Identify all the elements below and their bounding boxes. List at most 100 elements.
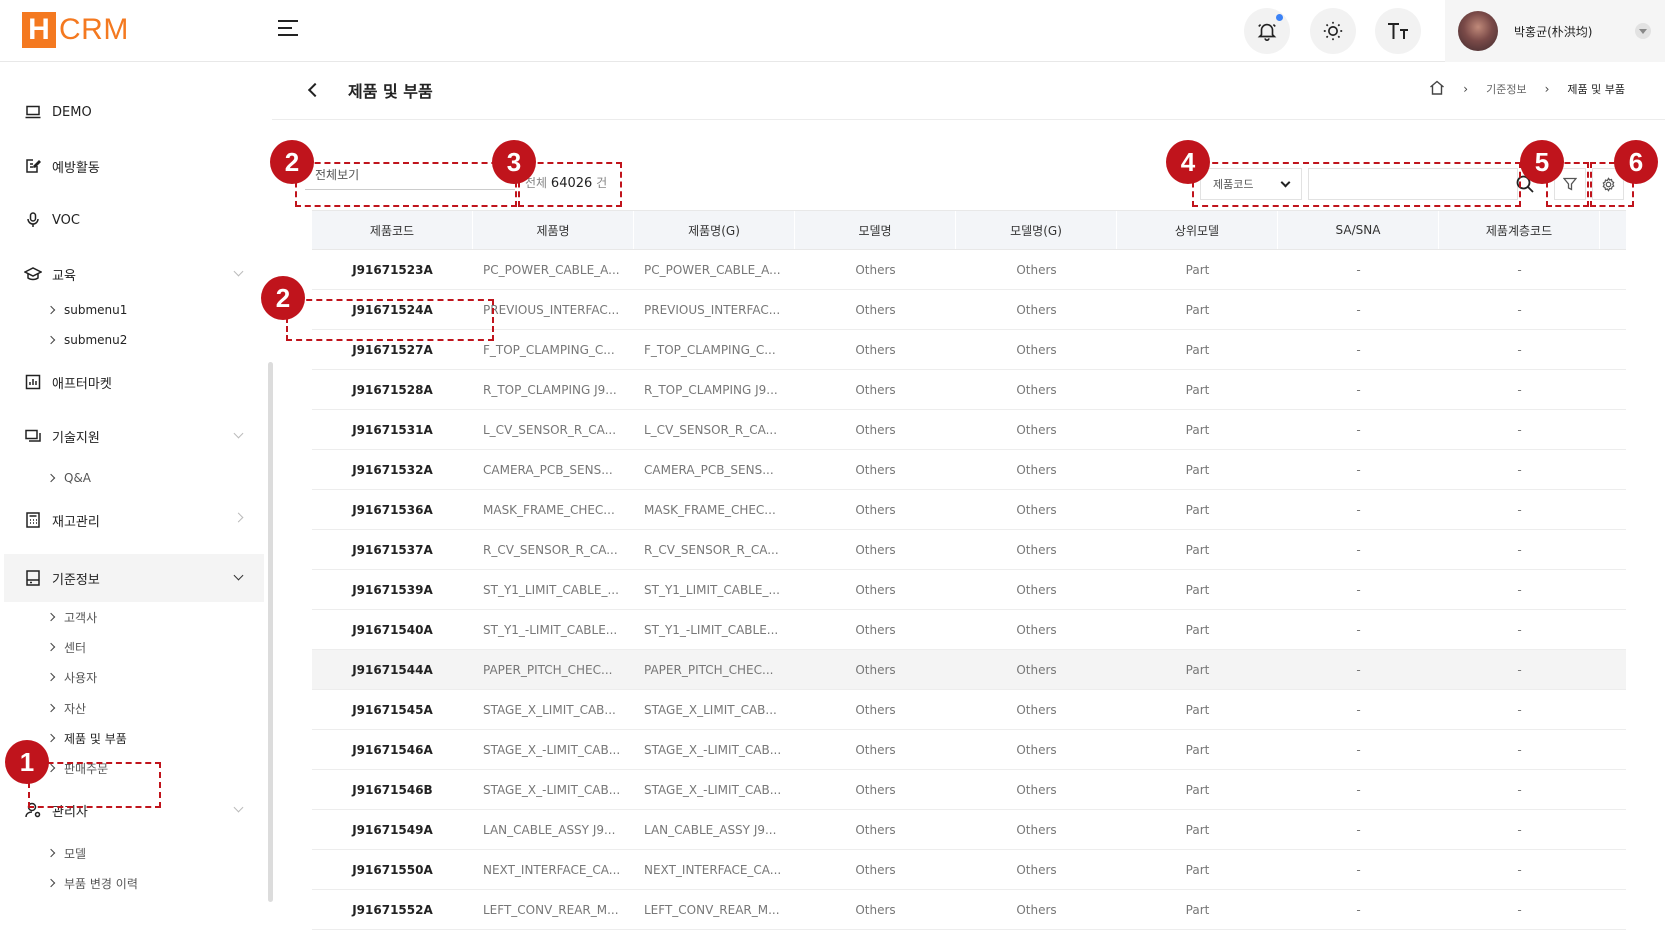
text-size-icon — [1388, 23, 1408, 39]
sidebar-subitem-asset[interactable]: 자산 — [48, 697, 86, 719]
notification-button[interactable] — [1244, 8, 1290, 54]
table-cell: Part — [1185, 582, 1210, 597]
sidebar-item-base[interactable]: 기준정보 — [4, 554, 264, 602]
search-type-select[interactable]: 제품코드 — [1200, 168, 1302, 200]
table-row[interactable]: J91671523A PC_POWER_CABLE_A... PC_POWER_CA… — [312, 250, 1626, 290]
table-cell: Others — [855, 382, 896, 397]
sidebar-subitem-history[interactable]: 부품 변경 이력 — [48, 872, 138, 894]
search-input[interactable] — [1308, 168, 1518, 200]
sidebar-item-aftermarket[interactable]: 애프터마켓 — [4, 362, 264, 402]
microphone-icon — [24, 211, 42, 229]
column-header[interactable]: 모델명 — [795, 211, 956, 249]
table-cell: Others — [855, 542, 896, 557]
annotation-badge-3: 3 — [492, 140, 536, 184]
column-header[interactable]: 상위모델 — [1117, 211, 1278, 249]
table-row[interactable]: J91671527A F_TOP_CLAMPING_C... F_TOP_CLAMP… — [312, 330, 1626, 370]
table-cell: - — [1517, 902, 1522, 917]
sidebar-item-tech[interactable]: 기술지원 — [4, 416, 264, 456]
table-row[interactable]: J91671531A L_CV_SENSOR_R_CA... L_CV_SENSOR… — [312, 410, 1626, 450]
table-row[interactable]: J91671544A PAPER_PITCH_CHEC... PAPER_PITCH… — [312, 650, 1626, 690]
sidebar-subitem-qa[interactable]: Q&A — [48, 467, 91, 489]
table-cell: - — [1356, 822, 1361, 837]
table-cell: MASK_FRAME_CHEC... — [483, 502, 615, 517]
user-menu[interactable]: 박홍균(朴洪均) — [1445, 0, 1665, 62]
table-cell: R_TOP_CLAMPING J9... — [483, 382, 617, 397]
table-row[interactable]: J91671552A LEFT_CONV_REAR_M... LEFT_CONV_R… — [312, 890, 1626, 930]
breadcrumb-item[interactable]: 기준정보 — [1486, 81, 1526, 97]
table-cell: Part — [1185, 502, 1210, 517]
sidebar-scrollbar[interactable] — [268, 362, 273, 902]
table-cell: Others — [1016, 382, 1057, 397]
column-header[interactable]: 제품명 — [473, 211, 634, 249]
table-cell: Part — [1185, 782, 1210, 797]
table-cell: Others — [1016, 662, 1057, 677]
table-row[interactable]: J91671532A CAMERA_PCB_SENS... CAMERA_PCB_S… — [312, 450, 1626, 490]
gear-icon — [1602, 176, 1614, 192]
table-cell: Others — [1016, 422, 1057, 437]
view-select[interactable]: 전체보기 — [305, 160, 515, 190]
table-row[interactable]: J91671537A R_CV_SENSOR_R_CA... R_CV_SENSOR… — [312, 530, 1626, 570]
sidebar-subitem-center[interactable]: 센터 — [48, 636, 86, 658]
sidebar-item-label: DEMO — [52, 104, 92, 120]
back-icon[interactable] — [307, 82, 323, 98]
table-cell: Part — [1185, 302, 1210, 317]
table-row[interactable]: J91671524A PREVIOUS_INTERFAC... PREVIOUS_I… — [312, 290, 1626, 330]
table-cell: Others — [1016, 502, 1057, 517]
table-cell: Others — [855, 502, 896, 517]
table-row[interactable]: J91671528A R_TOP_CLAMPING J9... R_TOP_CLAM… — [312, 370, 1626, 410]
table-cell: - — [1356, 382, 1361, 397]
table-cell: Part — [1185, 622, 1210, 637]
column-header[interactable]: 제품계층코드 — [1439, 211, 1600, 249]
table-row[interactable]: J91671539A ST_Y1_LIMIT_CABLE_... ST_Y1_LIM… — [312, 570, 1626, 610]
table-cell: CAMERA_PCB_SENS... — [483, 462, 613, 477]
sidebar-item-stock[interactable]: 재고관리 — [4, 500, 264, 540]
sidebar-item-prevent[interactable]: 예방활동 — [4, 146, 264, 186]
sidebar-subitem-submenu1[interactable]: submenu1 — [48, 299, 127, 321]
font-size-button[interactable] — [1375, 8, 1421, 54]
app-logo[interactable]: H CRM — [22, 12, 129, 48]
sidebar-item-label: VOC — [52, 212, 80, 228]
table-cell: - — [1356, 782, 1361, 797]
column-header[interactable]: 모델명(G) — [956, 211, 1117, 249]
table-cell: ST_Y1_LIMIT_CABLE_... — [644, 582, 780, 597]
table-cell: - — [1517, 582, 1522, 597]
sidebar-subitem-product[interactable]: 제품 및 부품 — [48, 727, 127, 749]
sidebar-subitem-order[interactable]: 판매주문 — [48, 757, 108, 779]
menu-toggle-icon[interactable] — [278, 20, 298, 38]
chevron-down-icon[interactable] — [1635, 23, 1651, 39]
table-cell: Others — [855, 582, 896, 597]
table-cell: Part — [1185, 862, 1210, 877]
table-cell: Others — [1016, 862, 1057, 877]
table-row[interactable]: J91671540A ST_Y1_-LIMIT_CABLE... ST_Y1_-LI… — [312, 610, 1626, 650]
sidebar-item-label: 기준정보 — [52, 572, 100, 588]
chevron-down-icon — [233, 266, 244, 277]
column-header[interactable]: SA/SNA — [1278, 211, 1439, 249]
table-cell: - — [1356, 902, 1361, 917]
column-header[interactable]: 제품코드 — [312, 211, 473, 249]
sidebar-subitem-user[interactable]: 사용자 — [48, 666, 97, 688]
table-cell: PC_POWER_CABLE_A... — [483, 262, 620, 277]
table-row[interactable]: J91671549A LAN_CABLE_ASSY J9... LAN_CABLE_… — [312, 810, 1626, 850]
table-row[interactable]: J91671550A NEXT_INTERFACE_CA... NEXT_INTER… — [312, 850, 1626, 890]
home-icon[interactable] — [1429, 80, 1445, 98]
table-row[interactable]: J91671536A MASK_FRAME_CHEC... MASK_FRAME_C… — [312, 490, 1626, 530]
sidebar-item-demo[interactable]: DEMO — [4, 92, 264, 132]
table-row[interactable]: J91671546B STAGE_X_-LIMIT_CAB... STAGE_X_-… — [312, 770, 1626, 810]
table-cell: - — [1517, 862, 1522, 877]
column-header[interactable]: 제품명(G) — [634, 211, 795, 249]
sidebar-subitem-customer[interactable]: 고객사 — [48, 606, 97, 628]
table-cell: LEFT_CONV_REAR_M... — [483, 902, 619, 917]
theme-toggle-button[interactable] — [1310, 8, 1356, 54]
sidebar-subitem-submenu2[interactable]: submenu2 — [48, 329, 127, 351]
table-row[interactable]: J91671545A STAGE_X_LIMIT_CAB... STAGE_X_LI… — [312, 690, 1626, 730]
table-cell: LAN_CABLE_ASSY J9... — [483, 822, 616, 837]
table-cell: R_TOP_CLAMPING J9... — [644, 382, 778, 397]
sidebar-subitem-model[interactable]: 모델 — [48, 842, 86, 864]
sidebar-item-edu[interactable]: 교육 — [4, 254, 264, 294]
table-cell: J91671549A — [352, 822, 433, 837]
sidebar-item-voc[interactable]: VOC — [4, 200, 264, 240]
sidebar-item-admin[interactable]: 관리자 — [4, 790, 264, 830]
table-body: J91671523A PC_POWER_CABLE_A... PC_POWER_CA… — [312, 250, 1626, 930]
table-cell: - — [1517, 542, 1522, 557]
table-row[interactable]: J91671546A STAGE_X_-LIMIT_CAB... STAGE_X_-… — [312, 730, 1626, 770]
